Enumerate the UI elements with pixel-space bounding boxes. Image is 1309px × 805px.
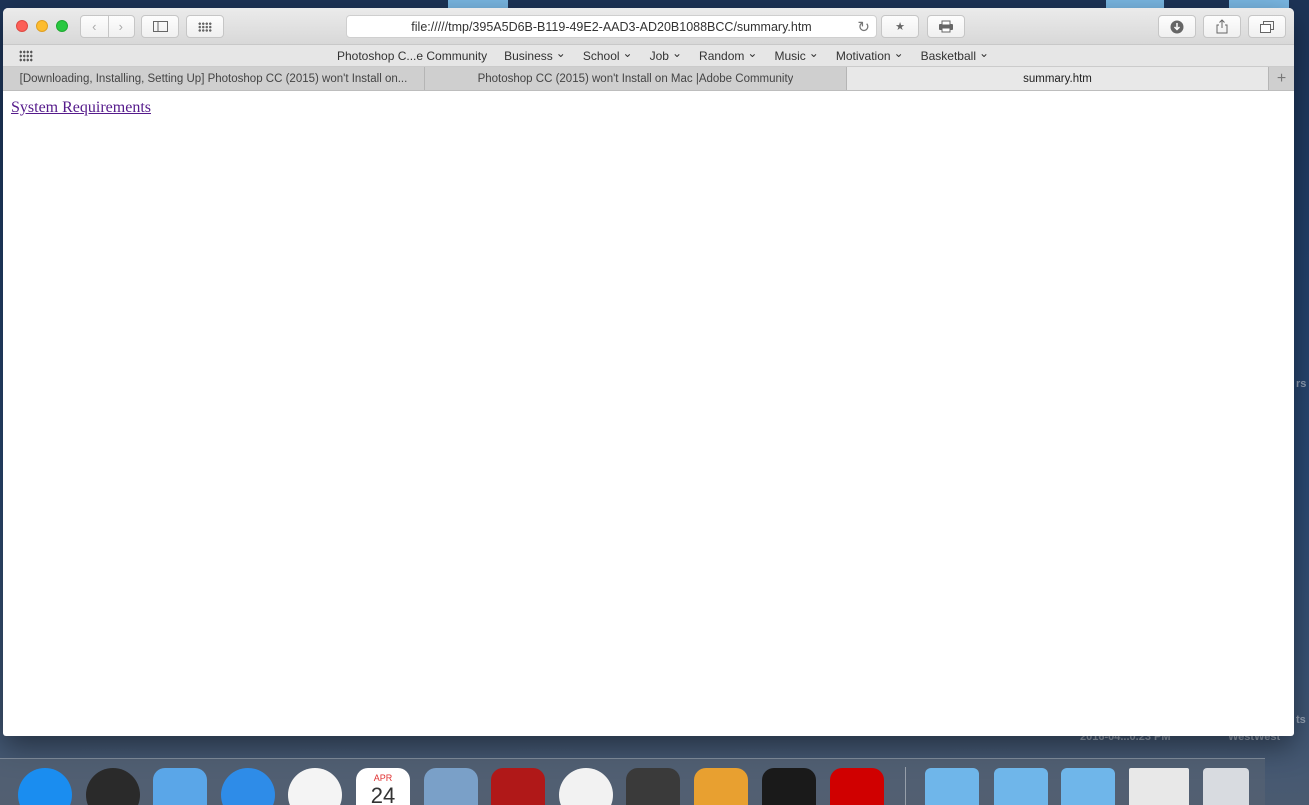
desktop-window-edge <box>1229 0 1289 8</box>
activity-monitor-icon[interactable] <box>762 768 816 805</box>
reload-icon[interactable]: ↻ <box>857 18 870 36</box>
screenshot-thumbnail[interactable] <box>1129 768 1189 805</box>
browser-toolbar: ‹ › file://///tmp/395A5D6B-B119-49E2-AAD… <box>3 8 1294 45</box>
favorite-item[interactable]: Music ⌄ <box>774 46 819 63</box>
printer-icon <box>939 20 953 33</box>
favorite-item[interactable]: Motivation ⌄ <box>835 46 904 63</box>
favorite-label: Photoshop C...e Community <box>337 49 488 63</box>
documents-folder-icon[interactable] <box>994 768 1048 805</box>
applications-folder-icon[interactable] <box>925 768 979 805</box>
imovie-icon[interactable] <box>626 768 680 805</box>
print-button[interactable] <box>927 15 965 38</box>
calendar-day: 24 <box>370 783 396 805</box>
garageband-icon[interactable] <box>694 768 748 805</box>
star-icon: ★ <box>895 21 905 33</box>
top-sites-button[interactable] <box>186 15 224 38</box>
close-window-button[interactable] <box>16 20 28 32</box>
favorite-item[interactable]: School ⌄ <box>582 46 633 63</box>
download-icon <box>1170 20 1184 33</box>
system-requirements-link[interactable]: System Requirements <box>11 99 151 116</box>
minimize-window-button[interactable] <box>36 20 48 32</box>
chevron-down-icon: ⌄ <box>808 46 819 60</box>
reader-button[interactable]: ★ <box>881 15 919 38</box>
chevron-down-icon: ⌄ <box>555 46 566 60</box>
favorite-label: Motivation <box>835 49 891 63</box>
favorite-label: Basketball <box>920 49 976 63</box>
desktop-window-edge <box>1106 0 1164 8</box>
tab-title: Photoshop CC (2015) won't Install on Mac… <box>477 72 794 85</box>
back-forward-group: ‹ › <box>80 15 135 38</box>
tab-bar: [Downloading, Installing, Setting Up] Ph… <box>3 67 1294 91</box>
preview-icon[interactable] <box>424 768 478 805</box>
dock-separator <box>905 767 906 805</box>
favorite-item[interactable]: Business ⌄ <box>504 46 566 63</box>
favorite-label: Music <box>774 49 806 63</box>
desktop-corner-text: ts <box>1296 714 1306 726</box>
tabs-overview-icon <box>1260 20 1274 33</box>
favorite-item[interactable]: Basketball ⌄ <box>920 46 990 63</box>
trash-icon[interactable] <box>1203 768 1249 805</box>
chevron-down-icon: ⌄ <box>671 46 683 60</box>
chevron-down-icon: ⌄ <box>622 46 633 60</box>
share-button[interactable] <box>1203 15 1241 38</box>
grid-icon <box>198 21 212 32</box>
favorite-item[interactable]: Random ⌄ <box>699 46 758 63</box>
sidebar-icon <box>152 21 168 32</box>
favorites-bar: Photoshop C...e Community Business ⌄ School… <box>3 45 1294 67</box>
tab-title: [Downloading, Installing, Setting Up] Ph… <box>19 72 408 85</box>
sidebar-toggle-button[interactable] <box>141 15 179 38</box>
favorite-label: School <box>582 49 620 63</box>
calendar-month: APR <box>373 773 393 783</box>
browser-tab[interactable]: summary.htm <box>847 67 1269 90</box>
fullscreen-window-button[interactable] <box>56 20 68 32</box>
favorite-label: Random <box>699 49 745 63</box>
browser-tab[interactable]: [Downloading, Installing, Setting Up] Ph… <box>3 67 425 90</box>
show-tabs-button[interactable] <box>1248 15 1286 38</box>
favorite-label: Business <box>504 49 553 63</box>
favorite-label: Job <box>649 49 669 63</box>
favorite-item[interactable]: Photoshop C...e Community <box>337 49 487 63</box>
mail-icon[interactable] <box>153 768 207 805</box>
address-bar[interactable]: file://///tmp/395A5D6B-B119-49E2-AAD3-AD… <box>346 15 877 38</box>
new-tab-button[interactable]: + <box>1269 67 1294 90</box>
desktop-corner-text: rs <box>1296 378 1307 390</box>
browser-tab[interactable]: Photoshop CC (2015) won't Install on Mac… <box>425 67 847 90</box>
favorites-list: Photoshop C...e Community Business ⌄ School… <box>337 46 990 63</box>
forward-icon[interactable]: › <box>108 19 135 34</box>
page-content: System Requirements <box>3 91 1294 125</box>
back-icon[interactable]: ‹ <box>81 19 108 34</box>
desktop-window-edge <box>448 0 508 8</box>
chevron-down-icon: ⌄ <box>747 46 758 60</box>
favorite-item[interactable]: Job ⌄ <box>649 46 683 63</box>
adobe-icon[interactable] <box>830 768 884 805</box>
chevron-down-icon: ⌄ <box>979 46 990 60</box>
address-url: file://///tmp/395A5D6B-B119-49E2-AAD3-AD… <box>411 19 812 34</box>
downloads-button[interactable] <box>1158 15 1196 38</box>
photo-booth-icon[interactable] <box>491 768 545 805</box>
chevron-down-icon: ⌄ <box>893 46 904 60</box>
show-all-bookmarks-icon[interactable] <box>19 50 33 62</box>
calendar-icon[interactable]: APR 24 <box>356 768 410 805</box>
downloads-folder-icon[interactable] <box>1061 768 1115 805</box>
tab-title: summary.htm <box>1023 72 1092 85</box>
share-icon <box>1216 19 1228 34</box>
browser-window: ‹ › file://///tmp/395A5D6B-B119-49E2-AAD… <box>3 8 1294 736</box>
